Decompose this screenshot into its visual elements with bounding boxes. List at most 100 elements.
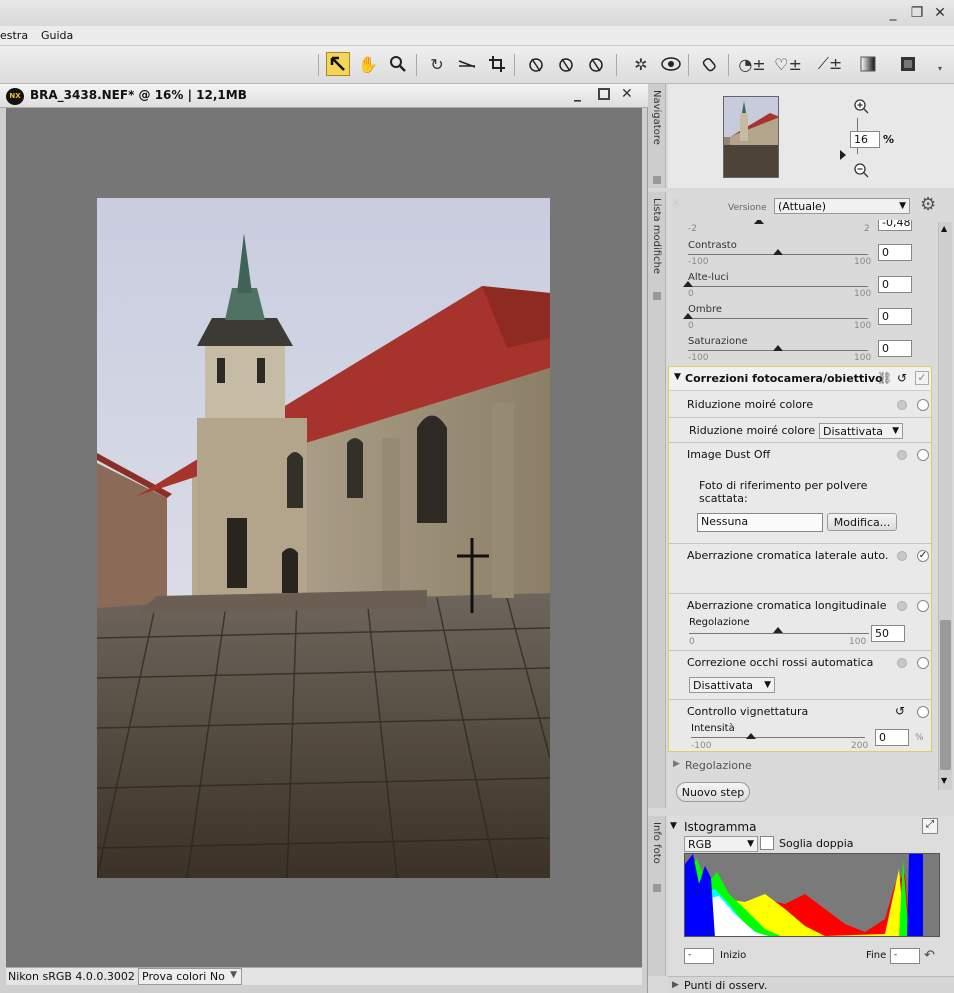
camera-corrections-header[interactable]: ▼ Correzioni fotocamera/obiettivo ⛓ ↺ ✓ bbox=[669, 367, 931, 391]
status-dot bbox=[897, 400, 907, 410]
slider-thumb[interactable] bbox=[746, 733, 756, 739]
dust-row: Image Dust Off bbox=[669, 443, 933, 469]
moire-label: Riduzione moiré colore bbox=[689, 424, 816, 437]
end-input[interactable]: - bbox=[890, 948, 920, 964]
image-canvas[interactable] bbox=[6, 108, 642, 967]
retouch-brush-icon[interactable] bbox=[698, 52, 722, 76]
rotate-icon[interactable]: ↻ bbox=[425, 52, 449, 76]
version-dropdown[interactable]: (Attuale) ▼ bbox=[774, 198, 910, 214]
channel-dropdown[interactable]: RGB ▼ bbox=[684, 836, 758, 852]
redeye-dropdown[interactable]: Disattivata ▼ bbox=[689, 677, 775, 693]
scrollbar-thumb[interactable] bbox=[940, 620, 951, 770]
reset-icon[interactable]: ↺ bbox=[895, 704, 905, 718]
slider-thumb[interactable] bbox=[773, 627, 783, 633]
doc-close-icon[interactable]: ✕ bbox=[621, 86, 633, 102]
link-icon[interactable]: ⛓ bbox=[877, 371, 892, 385]
reset-icon[interactable]: ↶ bbox=[924, 948, 935, 963]
lasso-selection-icon[interactable]: ◔± bbox=[738, 52, 765, 76]
slider-thumb[interactable] bbox=[754, 220, 764, 224]
slider-track[interactable] bbox=[688, 286, 868, 287]
watch-points-section[interactable]: ▶ Punti di osserv. bbox=[668, 976, 954, 993]
scroll-up-icon[interactable]: ▲ bbox=[941, 224, 947, 233]
slider-thumb[interactable] bbox=[773, 249, 783, 255]
selection-brush-icon[interactable]: ⟋± bbox=[818, 52, 843, 76]
hand-tool-icon[interactable]: ✋ bbox=[356, 52, 380, 76]
vignette-toggle[interactable] bbox=[917, 706, 929, 718]
scroll-down-icon[interactable]: ▼ bbox=[941, 776, 947, 785]
black-control-point-icon[interactable] bbox=[524, 52, 548, 76]
direct-select-tool-icon[interactable] bbox=[326, 52, 350, 76]
moire-toggle[interactable] bbox=[917, 399, 929, 411]
info-tab[interactable]: Info foto bbox=[648, 816, 666, 976]
slider-value-input[interactable]: 0 bbox=[878, 276, 912, 293]
dust-reference-field[interactable]: Nessuna bbox=[697, 513, 823, 532]
vignette-value[interactable]: 0 bbox=[875, 729, 909, 746]
longitudinal-value[interactable]: 50 bbox=[871, 625, 905, 642]
toolbar-overflow-icon[interactable]: ▾ bbox=[938, 64, 942, 73]
navigator-tab[interactable]: Navigatore bbox=[648, 84, 666, 188]
zoom-in-icon[interactable] bbox=[853, 98, 869, 114]
slider-track[interactable] bbox=[691, 737, 865, 738]
soft-proof-dropdown[interactable]: Prova colori No ▼ bbox=[138, 968, 242, 985]
regolazione-section[interactable]: ▶ Regolazione bbox=[668, 756, 932, 776]
edit-list-scrollbar[interactable]: ▲ ▼ bbox=[938, 222, 952, 790]
slider-value-input[interactable]: 0 bbox=[878, 244, 912, 261]
chevron-down-icon[interactable]: ▼ bbox=[674, 372, 681, 382]
slider-thumb[interactable] bbox=[773, 345, 783, 351]
edit-list-tab[interactable]: Lista modifiche bbox=[648, 192, 666, 808]
slider-thumb[interactable] bbox=[683, 313, 693, 319]
zoom-input[interactable]: 16 bbox=[850, 131, 880, 148]
gear-icon[interactable]: ⚙ bbox=[920, 194, 936, 215]
double-threshold-checkbox[interactable] bbox=[760, 836, 774, 850]
marquee-selection-icon[interactable]: ♡± bbox=[774, 52, 802, 76]
slider-min: -100 bbox=[691, 741, 712, 751]
collapse-icon[interactable] bbox=[653, 292, 661, 300]
gradient-selection-icon[interactable] bbox=[858, 52, 882, 76]
info-tab-label: Info foto bbox=[651, 822, 662, 864]
slider-value-input[interactable]: 0 bbox=[878, 340, 912, 357]
longitudinal-ca-toggle[interactable] bbox=[917, 600, 929, 612]
moire-dropdown[interactable]: Disattivata ▼ bbox=[819, 423, 903, 439]
minimize-icon[interactable]: _ bbox=[884, 4, 902, 22]
modifica-button[interactable]: Modifica... bbox=[827, 513, 897, 531]
white-control-point-icon[interactable] bbox=[584, 52, 608, 76]
red-eye-tool-icon[interactable]: ✲ bbox=[629, 52, 653, 76]
zoom-out-icon[interactable] bbox=[853, 162, 869, 178]
close-icon[interactable]: ✕ bbox=[931, 4, 949, 22]
navigator-thumbnail[interactable] bbox=[723, 96, 779, 178]
straighten-icon[interactable] bbox=[455, 52, 479, 76]
zoom-slider-thumb[interactable] bbox=[840, 150, 846, 160]
slider-track[interactable] bbox=[689, 633, 869, 634]
slider-value-input[interactable]: 0 bbox=[878, 308, 912, 325]
auto-retouch-icon[interactable] bbox=[659, 52, 683, 76]
restore-icon[interactable]: ❐ bbox=[908, 4, 926, 22]
doc-maximize-icon[interactable] bbox=[598, 88, 610, 100]
expand-icon[interactable]: ⤢ bbox=[922, 818, 938, 834]
menu-guida[interactable]: Guida bbox=[41, 29, 73, 42]
doc-minimize-icon[interactable]: _ bbox=[574, 86, 581, 102]
zoom-tool-icon[interactable] bbox=[386, 52, 410, 76]
crop-icon[interactable] bbox=[485, 52, 509, 76]
collapse-icon[interactable] bbox=[653, 176, 661, 184]
neutral-control-point-icon[interactable] bbox=[554, 52, 578, 76]
lateral-ca-row: Aberrazione cromatica laterale auto. ✓ bbox=[669, 544, 933, 570]
slider-track[interactable] bbox=[688, 318, 868, 319]
chevron-down-icon[interactable]: ▼ bbox=[670, 821, 677, 831]
lateral-ca-checked-toggle[interactable]: ✓ bbox=[917, 550, 929, 562]
slider-min: 0 bbox=[689, 637, 695, 647]
collapse-icon[interactable] bbox=[653, 884, 661, 892]
start-label: Inizio bbox=[720, 950, 747, 961]
exposure-value[interactable]: -0,48 bbox=[878, 220, 912, 231]
slider-thumb[interactable] bbox=[683, 281, 693, 287]
dust-toggle[interactable] bbox=[917, 449, 929, 461]
reset-icon[interactable]: ↺ bbox=[897, 371, 907, 385]
new-step-button[interactable]: Nuovo step bbox=[676, 782, 750, 802]
redeye-toggle[interactable] bbox=[917, 657, 929, 669]
start-input[interactable]: - bbox=[684, 948, 714, 964]
moire-row: Riduzione moiré colore bbox=[669, 393, 933, 419]
edit-list-panel: ✳ Versione (Attuale) ▼ ⚙ -2 2 -0,48 Cont… bbox=[668, 192, 954, 808]
fill-remove-icon[interactable] bbox=[896, 52, 920, 76]
section-enable-checkbox[interactable]: ✓ bbox=[915, 371, 929, 385]
document-statusbar: Nikon sRGB 4.0.0.3002 Prova colori No ▼ bbox=[6, 967, 642, 985]
menu-finestra[interactable]: estra bbox=[0, 29, 28, 42]
